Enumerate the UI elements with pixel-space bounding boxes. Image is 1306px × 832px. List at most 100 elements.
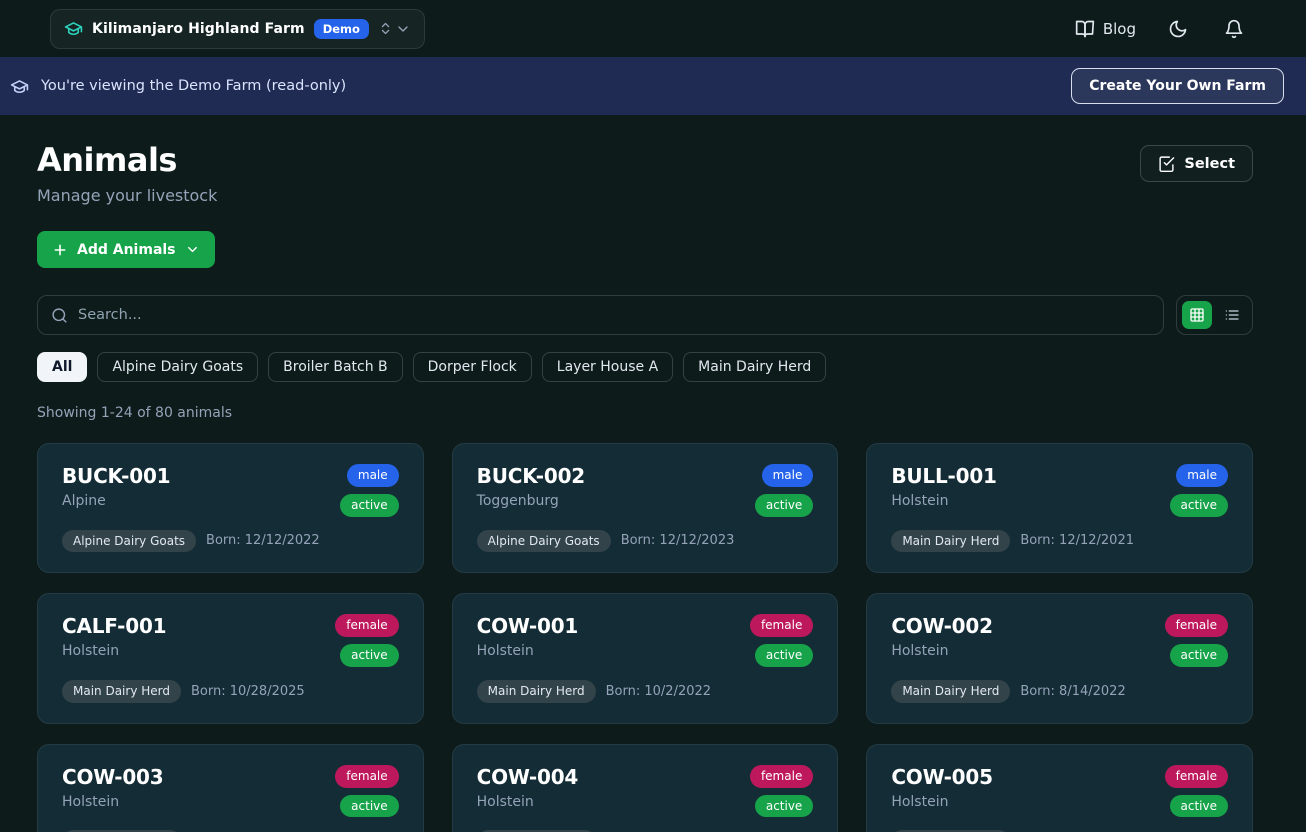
filter-chips: All Alpine Dairy Goats Broiler Batch B Dorp… [37, 352, 1253, 382]
sex-badge: female [335, 765, 398, 788]
status-badge: active [755, 795, 813, 818]
animal-id: BUCK-002 [477, 464, 585, 488]
banner-message: You're viewing the Demo Farm (read-only) [41, 78, 346, 94]
animal-id: COW-005 [891, 765, 993, 789]
select-button[interactable]: Select [1140, 145, 1253, 182]
group-tag: Main Dairy Herd [62, 680, 181, 703]
born-date: Born: 12/12/2022 [206, 533, 320, 548]
sex-badge: female [750, 765, 813, 788]
filter-chip-alpine-dairy-goats[interactable]: Alpine Dairy Goats [97, 352, 258, 382]
status-badge: active [340, 795, 398, 818]
filter-chip-all[interactable]: All [37, 352, 87, 382]
animal-breed: Holstein [891, 794, 993, 810]
chevron-down-icon [395, 21, 411, 37]
demo-badge: Demo [314, 19, 369, 39]
filter-chip-layer-house-a[interactable]: Layer House A [542, 352, 673, 382]
animal-breed: Holstein [891, 643, 993, 659]
born-date: Born: 12/12/2023 [621, 533, 735, 548]
top-nav: Kilimanjaro Highland Farm Demo Blog [0, 0, 1306, 57]
plus-icon [52, 242, 68, 258]
born-date: Born: 8/14/2022 [1020, 684, 1125, 699]
bell-icon [1224, 19, 1244, 39]
search-input[interactable] [78, 307, 1150, 323]
page-title: Animals [37, 141, 217, 179]
animal-breed: Holstein [477, 794, 579, 810]
list-view-button[interactable] [1217, 301, 1247, 329]
animal-breed: Holstein [891, 493, 996, 509]
animal-id: CALF-001 [62, 614, 166, 638]
check-square-icon [1158, 155, 1175, 172]
animal-card[interactable]: CALF-001 Holstein female active Main Dai… [37, 593, 424, 723]
animal-id: BUCK-001 [62, 464, 170, 488]
sex-badge: female [1165, 614, 1228, 637]
graduation-cap-icon [10, 77, 29, 96]
farm-selector[interactable]: Kilimanjaro Highland Farm Demo [50, 9, 425, 49]
add-animals-label: Add Animals [77, 242, 176, 258]
animal-card[interactable]: COW-004 Holstein female active Main Dair… [452, 744, 839, 832]
animal-card[interactable]: COW-005 Holstein female active Main Dair… [866, 744, 1253, 832]
chevron-down-icon [185, 242, 200, 257]
status-badge: active [755, 644, 813, 667]
filter-chip-broiler-batch-b[interactable]: Broiler Batch B [268, 352, 403, 382]
notifications-button[interactable] [1220, 15, 1248, 43]
animal-id: COW-004 [477, 765, 579, 789]
status-badge: active [1170, 644, 1228, 667]
group-tag: Alpine Dairy Goats [62, 530, 196, 553]
animal-breed: Holstein [477, 643, 579, 659]
status-badge: active [1170, 494, 1228, 517]
born-date: Born: 10/28/2025 [191, 684, 305, 699]
animal-card[interactable]: COW-003 Holstein female active Main Dair… [37, 744, 424, 832]
page-subtitle: Manage your livestock [37, 186, 217, 205]
theme-toggle-button[interactable] [1164, 15, 1192, 43]
group-tag: Main Dairy Herd [891, 680, 1010, 703]
animal-id: COW-003 [62, 765, 164, 789]
born-date: Born: 10/2/2022 [606, 684, 711, 699]
results-summary: Showing 1-24 of 80 animals [37, 405, 1253, 421]
filter-chip-dorper-flock[interactable]: Dorper Flock [413, 352, 532, 382]
chevrons-up-down-icon [378, 21, 393, 36]
blog-link[interactable]: Blog [1075, 19, 1136, 39]
sex-badge: male [347, 464, 399, 487]
search-icon [51, 307, 68, 324]
view-toggle [1176, 295, 1253, 335]
group-tag: Main Dairy Herd [891, 530, 1010, 553]
animal-card[interactable]: COW-002 Holstein female active Main Dair… [866, 593, 1253, 723]
sex-badge: male [762, 464, 814, 487]
animal-breed: Holstein [62, 643, 166, 659]
graduation-cap-icon [64, 19, 83, 38]
grid-view-button[interactable] [1182, 301, 1212, 329]
animal-card[interactable]: COW-001 Holstein female active Main Dair… [452, 593, 839, 723]
moon-icon [1168, 19, 1188, 39]
status-badge: active [340, 644, 398, 667]
create-your-own-farm-button[interactable]: Create Your Own Farm [1071, 68, 1284, 104]
book-open-icon [1075, 19, 1095, 39]
blog-label: Blog [1103, 20, 1136, 38]
sex-badge: male [1176, 464, 1228, 487]
animal-breed: Alpine [62, 493, 170, 509]
animal-id: COW-001 [477, 614, 579, 638]
animal-card[interactable]: BUCK-002 Toggenburg male active Alpine D… [452, 443, 839, 573]
animal-grid: BUCK-001 Alpine male active Alpine Dairy… [37, 443, 1253, 832]
animal-card[interactable]: BULL-001 Holstein male active Main Dairy… [866, 443, 1253, 573]
sex-badge: female [335, 614, 398, 637]
sex-badge: female [1165, 765, 1228, 788]
demo-banner: You're viewing the Demo Farm (read-only)… [0, 57, 1306, 115]
select-label: Select [1184, 156, 1235, 172]
search-box [37, 295, 1164, 335]
animals-page: Animals Manage your livestock Select Add… [0, 115, 1306, 832]
animal-id: COW-002 [891, 614, 993, 638]
group-tag: Main Dairy Herd [477, 680, 596, 703]
filter-chip-main-dairy-herd[interactable]: Main Dairy Herd [683, 352, 826, 382]
status-badge: active [755, 494, 813, 517]
add-animals-button[interactable]: Add Animals [37, 231, 215, 268]
status-badge: active [340, 494, 398, 517]
animal-id: BULL-001 [891, 464, 996, 488]
grid-icon [1189, 307, 1205, 323]
animal-card[interactable]: BUCK-001 Alpine male active Alpine Dairy… [37, 443, 424, 573]
animal-breed: Toggenburg [477, 493, 585, 509]
born-date: Born: 12/12/2021 [1020, 533, 1134, 548]
animal-breed: Holstein [62, 794, 164, 810]
group-tag: Alpine Dairy Goats [477, 530, 611, 553]
sex-badge: female [750, 614, 813, 637]
farm-name: Kilimanjaro Highland Farm [92, 21, 305, 37]
